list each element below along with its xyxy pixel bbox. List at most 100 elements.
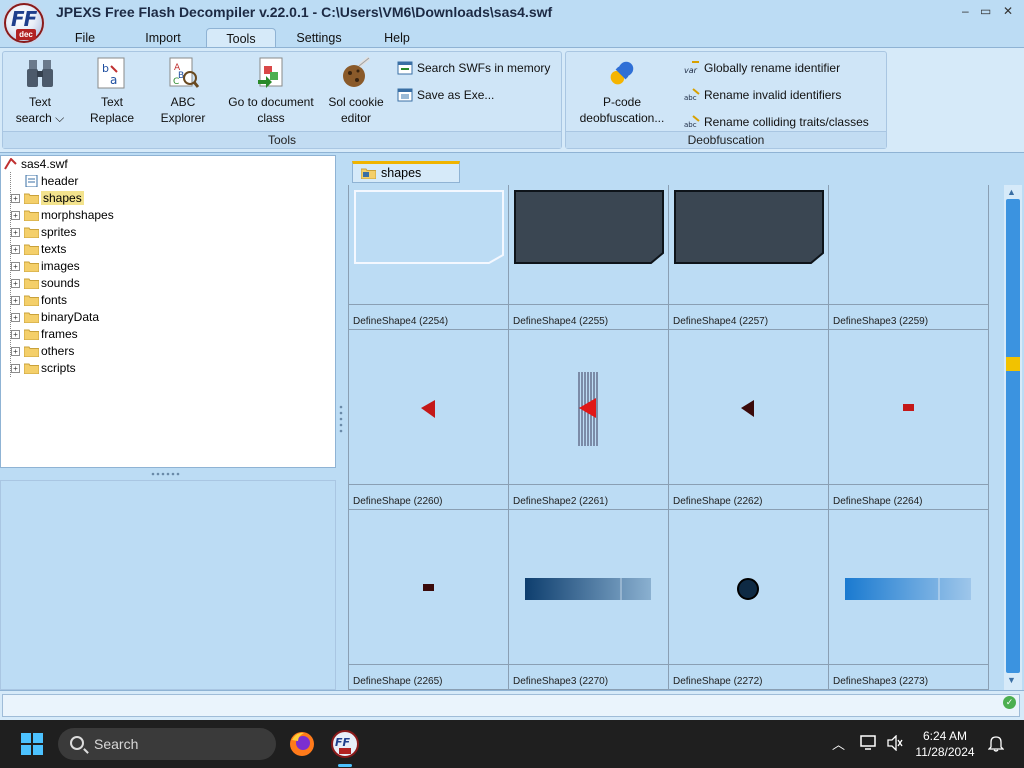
shape-cell[interactable]: DefineShape (2272): [669, 510, 829, 690]
expand-toggle-icon[interactable]: +: [11, 364, 20, 373]
tray-chevron-up-icon[interactable]: ︿: [832, 734, 845, 753]
shape-cell[interactable]: DefineShape (2265): [349, 510, 509, 690]
shape-cell[interactable]: DefineShape4 (2255): [509, 185, 669, 330]
svg-text:C: C: [173, 77, 179, 87]
expand-toggle-icon[interactable]: +: [11, 194, 20, 203]
shape-preview-grid: DefineShape4 (2254) DefineShape4 (2255) De…: [348, 185, 989, 690]
expand-toggle-icon[interactable]: +: [11, 228, 20, 237]
save-as-exe-button[interactable]: Save as Exe...: [397, 85, 494, 105]
pcode-deobfuscation-button[interactable]: P-code deobfuscation...: [574, 56, 670, 126]
tree-item-label: sprites: [41, 225, 77, 239]
tab-settings[interactable]: Settings: [288, 28, 350, 48]
close-button[interactable]: ✕: [1003, 4, 1013, 18]
resource-tree[interactable]: sas4.swf header + shapes + morphshapes + sprit…: [0, 155, 336, 468]
expand-toggle-icon[interactable]: +: [11, 330, 20, 339]
expand-toggle-icon[interactable]: +: [11, 245, 20, 254]
expand-toggle-icon[interactable]: +: [11, 279, 20, 288]
folder-fonts-icon: [24, 295, 39, 306]
tree-item-shapes[interactable]: + shapes: [11, 190, 84, 207]
ribbon: Text search ⌵ b a Text Replace A B C ABC: [0, 47, 1024, 153]
shape-caption: DefineShape3 (2270): [513, 676, 609, 687]
tab-help[interactable]: Help: [374, 28, 420, 48]
notification-bell-icon[interactable]: [988, 734, 1004, 752]
scroll-down-icon[interactable]: ▼: [1007, 675, 1016, 685]
ffdec-taskbar-icon[interactable]: FF: [329, 728, 361, 760]
tree-item-others[interactable]: + others: [11, 343, 74, 360]
tree-item-label: shapes: [41, 191, 84, 205]
shape-preview-dark-circle: [669, 510, 829, 667]
tree-item-images[interactable]: + images: [11, 258, 80, 275]
folder-images-icon: [24, 261, 39, 272]
abc-explorer-icon: A B C: [169, 57, 200, 88]
tree-item-label: fonts: [41, 293, 68, 307]
abc-explorer-button[interactable]: A B C ABC Explorer: [153, 56, 213, 126]
caption-divider: [829, 484, 988, 485]
tree-item-fonts[interactable]: + fonts: [11, 292, 68, 309]
tree-root[interactable]: sas4.swf: [4, 156, 68, 173]
tree-item-binarydata[interactable]: + binaryData: [11, 309, 99, 326]
tree-item-sprites[interactable]: + sprites: [11, 224, 77, 241]
tree-item-morphshapes[interactable]: + morphshapes: [11, 207, 114, 224]
rename-colliding-traits-button[interactable]: abc Rename colliding traits/classes: [684, 112, 869, 132]
expand-toggle-icon[interactable]: +: [11, 347, 20, 356]
shape-cell[interactable]: DefineShape (2260): [349, 330, 509, 510]
system-clock[interactable]: 6:24 AM 11/28/2024: [910, 728, 980, 760]
firefox-icon[interactable]: [286, 728, 318, 760]
restore-button[interactable]: ▭: [980, 4, 991, 18]
tab-file[interactable]: File: [62, 28, 108, 48]
expand-toggle-icon[interactable]: +: [11, 211, 20, 220]
go-to-document-label: Go to document: [228, 95, 314, 109]
tab-import[interactable]: Import: [136, 28, 190, 48]
tree-item-label: images: [41, 259, 80, 273]
vertical-scrollbar[interactable]: ▲ ▼: [1004, 185, 1022, 690]
horizontal-splitter[interactable]: [0, 468, 336, 480]
vertical-splitter[interactable]: [336, 155, 346, 690]
shape-cell[interactable]: DefineShape4 (2254): [349, 185, 509, 330]
speaker-muted-icon[interactable]: [886, 735, 904, 751]
shape-cell[interactable]: DefineShape3 (2273): [829, 510, 989, 690]
scroll-thumb[interactable]: [1006, 199, 1020, 673]
tree-item-texts[interactable]: + texts: [11, 241, 66, 258]
pcode-sublabel: deobfuscation...: [579, 111, 665, 125]
tree-item-header[interactable]: header: [25, 173, 78, 190]
exe-icon: [397, 88, 413, 102]
sol-cookie-label: Sol cookie: [328, 95, 384, 109]
svg-text:FF: FF: [335, 736, 351, 749]
app-logo-icon[interactable]: FF dec: [4, 3, 44, 43]
expand-toggle-icon[interactable]: +: [11, 262, 20, 271]
expand-toggle-icon[interactable]: +: [11, 296, 20, 305]
taskbar-search-box[interactable]: Search: [58, 728, 276, 760]
go-to-document-class-button[interactable]: Go to document class: [223, 56, 319, 126]
text-replace-icon: b a: [97, 57, 125, 89]
folder-morphshapes-icon: [24, 210, 39, 221]
pcode-label: P-code: [602, 95, 642, 109]
shape-cell[interactable]: DefineShape3 (2270): [509, 510, 669, 690]
globally-rename-identifier-button[interactable]: var Globally rename identifier: [684, 58, 840, 78]
tab-tools[interactable]: Tools: [206, 28, 276, 48]
scroll-up-icon[interactable]: ▲: [1007, 187, 1016, 197]
shape-caption: DefineShape (2262): [673, 496, 763, 507]
tree-item-sounds[interactable]: + sounds: [11, 275, 80, 292]
tab-shapes[interactable]: shapes: [352, 161, 460, 183]
network-icon[interactable]: [860, 735, 878, 751]
rename-invalid-identifiers-button[interactable]: abc Rename invalid identifiers: [684, 85, 841, 105]
tree-item-frames[interactable]: + frames: [11, 326, 78, 343]
sol-cookie-editor-button[interactable]: Sol cookie editor: [323, 56, 389, 126]
minimize-button[interactable]: –: [962, 4, 969, 18]
deobfuscation-group: P-code deobfuscation... var Globally rena…: [565, 51, 887, 149]
tree-item-scripts[interactable]: + scripts: [11, 360, 76, 377]
shape-cell[interactable]: DefineShape (2264): [829, 330, 989, 510]
text-search-button[interactable]: Text search ⌵: [9, 56, 71, 126]
shape-cell[interactable]: DefineShape4 (2257): [669, 185, 829, 330]
text-replace-button[interactable]: b a Text Replace: [81, 56, 143, 126]
active-app-indicator: [338, 764, 352, 767]
shape-cell[interactable]: DefineShape2 (2261): [509, 330, 669, 510]
shape-cell[interactable]: DefineShape3 (2259): [829, 185, 989, 330]
shape-cell[interactable]: DefineShape (2262): [669, 330, 829, 510]
windows-start-icon[interactable]: [21, 733, 43, 755]
caption-divider: [349, 304, 508, 305]
expand-toggle-icon[interactable]: +: [11, 313, 20, 322]
taskbar-search-label: Search: [94, 736, 139, 752]
folder-sounds-icon: [24, 278, 39, 289]
search-swfs-in-memory-button[interactable]: Search SWFs in memory: [397, 58, 550, 78]
